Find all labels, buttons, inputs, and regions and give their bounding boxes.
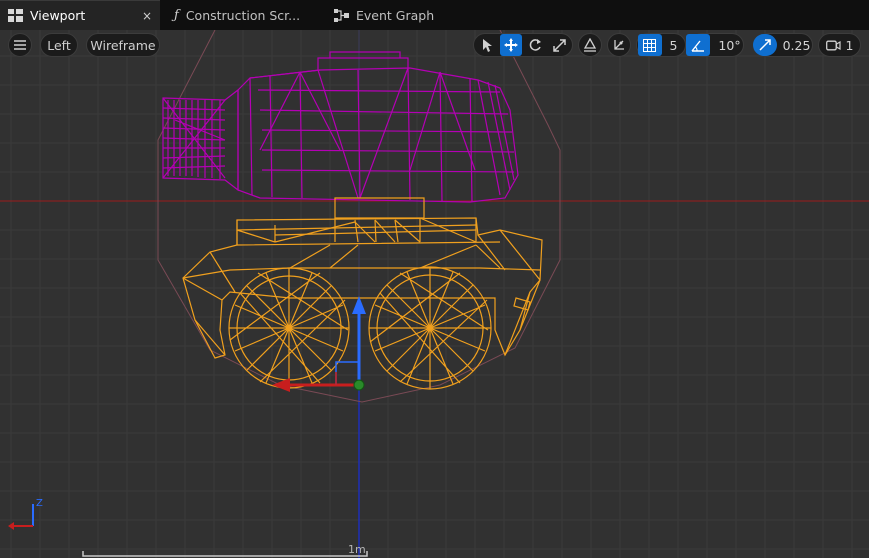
- tab-construction-script-label: Construction Scr...: [185, 7, 301, 23]
- wheel-right: [368, 266, 492, 390]
- select-tool-button[interactable]: [476, 34, 498, 56]
- axis-z-label: Z: [36, 498, 43, 509]
- surface-snap-icon: [583, 38, 597, 52]
- axis-orientation-indicator: [8, 504, 34, 530]
- viewport-grid: [0, 30, 869, 558]
- function-icon: ƒ: [174, 7, 179, 23]
- rotation-snap-toggle[interactable]: [686, 34, 711, 56]
- local-world-toggle-button[interactable]: [607, 33, 631, 57]
- translate-tool-button[interactable]: [500, 34, 522, 56]
- grid-snap-toggle[interactable]: [637, 34, 662, 56]
- grid-snap-icon: [643, 38, 657, 52]
- hamburger-menu-icon: [14, 40, 26, 50]
- rotate-tool-button[interactable]: [524, 34, 546, 56]
- select-arrow-icon: [482, 38, 493, 52]
- rotation-snap-control[interactable]: 10°: [686, 33, 744, 57]
- viewport-scene: Z: [0, 30, 869, 558]
- scale-snap-value[interactable]: 0.25: [779, 38, 819, 53]
- tab-viewport-label: Viewport: [30, 8, 86, 23]
- scale-bar: [82, 551, 368, 557]
- tab-viewport[interactable]: Viewport ×: [0, 0, 160, 30]
- camera-speed-value[interactable]: 1: [846, 38, 854, 53]
- viewport-options-menu-button[interactable]: [8, 33, 32, 57]
- camera-icon: [825, 40, 841, 51]
- hull-wireframe: [182, 197, 543, 390]
- scale-snap-icon: [759, 39, 771, 51]
- grid-snap-control[interactable]: 5: [636, 33, 686, 57]
- node-graph-icon: [334, 8, 349, 22]
- grid-snap-value[interactable]: 5: [664, 38, 686, 53]
- render-mode-button[interactable]: Wireframe: [86, 33, 160, 57]
- tab-event-graph[interactable]: Event Graph: [326, 0, 476, 30]
- rotate-icon: [528, 38, 542, 52]
- surface-snapping-button[interactable]: [578, 33, 602, 57]
- tab-close-icon[interactable]: ×: [142, 9, 152, 23]
- view-mode-button[interactable]: Left: [40, 33, 78, 57]
- wheel-left: [228, 267, 350, 389]
- translate-move-icon: [504, 38, 518, 52]
- transform-tools-group: [473, 33, 573, 57]
- tab-event-graph-label: Event Graph: [356, 7, 435, 23]
- rotation-snap-value[interactable]: 10°: [712, 38, 748, 53]
- viewport-grid-icon: [8, 9, 23, 22]
- scale-icon: [552, 38, 566, 52]
- scale-bar-label: 1m: [348, 543, 366, 556]
- scale-snap-toggle[interactable]: [752, 34, 777, 56]
- camera-speed-control[interactable]: 1: [818, 33, 861, 57]
- scale-snap-control[interactable]: 0.25: [752, 33, 813, 57]
- level-viewport[interactable]: Z 1m: [0, 30, 869, 558]
- world-local-icon: [612, 38, 626, 52]
- editor-tab-bar: Viewport × ƒ Construction Scr... Event G…: [0, 0, 869, 30]
- scale-tool-button[interactable]: [548, 34, 570, 56]
- angle-snap-icon: [691, 39, 705, 52]
- turret-wireframe: [162, 51, 519, 203]
- tab-construction-script[interactable]: ƒ Construction Scr...: [166, 0, 324, 30]
